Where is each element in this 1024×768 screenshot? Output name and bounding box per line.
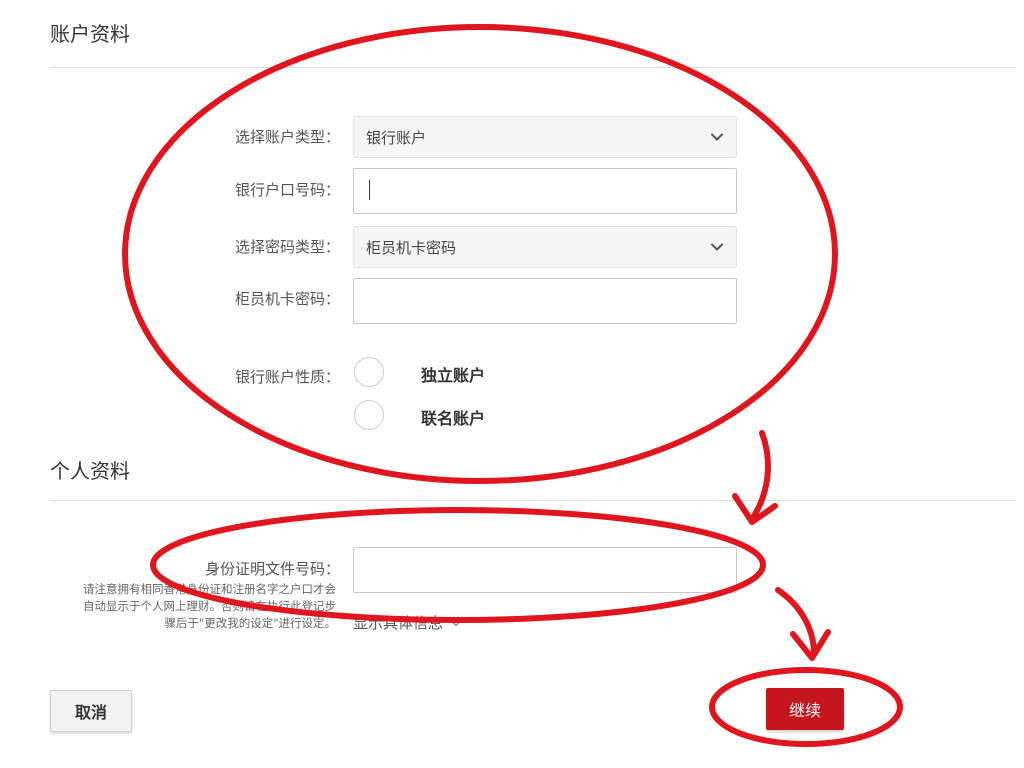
id-number-input[interactable] <box>353 547 737 593</box>
account-number-label: 银行户口号码： <box>234 181 340 199</box>
chevron-down-icon <box>711 133 723 141</box>
account-type-label: 选择账户类型： <box>234 128 340 146</box>
continue-button[interactable]: 继续 <box>766 688 844 730</box>
account-number-input[interactable] <box>353 168 737 214</box>
cancel-button[interactable]: 取消 <box>50 690 132 732</box>
pin-input[interactable] <box>353 278 737 324</box>
chevron-down-icon <box>450 619 462 626</box>
account-section-title: 账户资料 <box>50 22 130 46</box>
pin-type-value: 柜员机卡密码 <box>366 238 457 257</box>
radio-individual-account[interactable] <box>354 357 384 387</box>
annotation-arrowhead-2 <box>790 629 831 661</box>
annotation-arrow-line-2 <box>775 587 817 657</box>
text-caret <box>369 180 370 200</box>
radio-label-joint[interactable]: 联名账户 <box>421 405 485 429</box>
personal-section-divider <box>50 500 1016 501</box>
annotation-arrow-line-1 <box>749 430 771 522</box>
pin-label: 柜员机卡密码： <box>234 290 340 308</box>
account-section-divider <box>50 67 1016 68</box>
pin-type-label: 选择密码类型： <box>234 238 340 256</box>
account-type-select[interactable]: 银行账户 <box>353 116 737 158</box>
show-details-link[interactable]: 显示具体信息 <box>353 612 463 633</box>
account-nature-label: 银行账户性质： <box>234 368 340 386</box>
show-details-label: 显示具体信息 <box>353 614 444 632</box>
account-type-value: 银行账户 <box>366 128 427 147</box>
personal-section-title: 个人资料 <box>50 459 130 483</box>
id-number-label: 身份证明文件号码： <box>204 560 340 578</box>
radio-joint-account[interactable] <box>354 400 384 430</box>
id-number-note: 请注意拥有相同香港身份证和注册名字之户口才会自动显示于个人网上理财。否则请在执行… <box>83 582 336 630</box>
pin-type-select[interactable]: 柜员机卡密码 <box>353 226 737 268</box>
radio-label-individual[interactable]: 独立账户 <box>421 362 485 386</box>
chevron-down-icon <box>711 243 723 251</box>
